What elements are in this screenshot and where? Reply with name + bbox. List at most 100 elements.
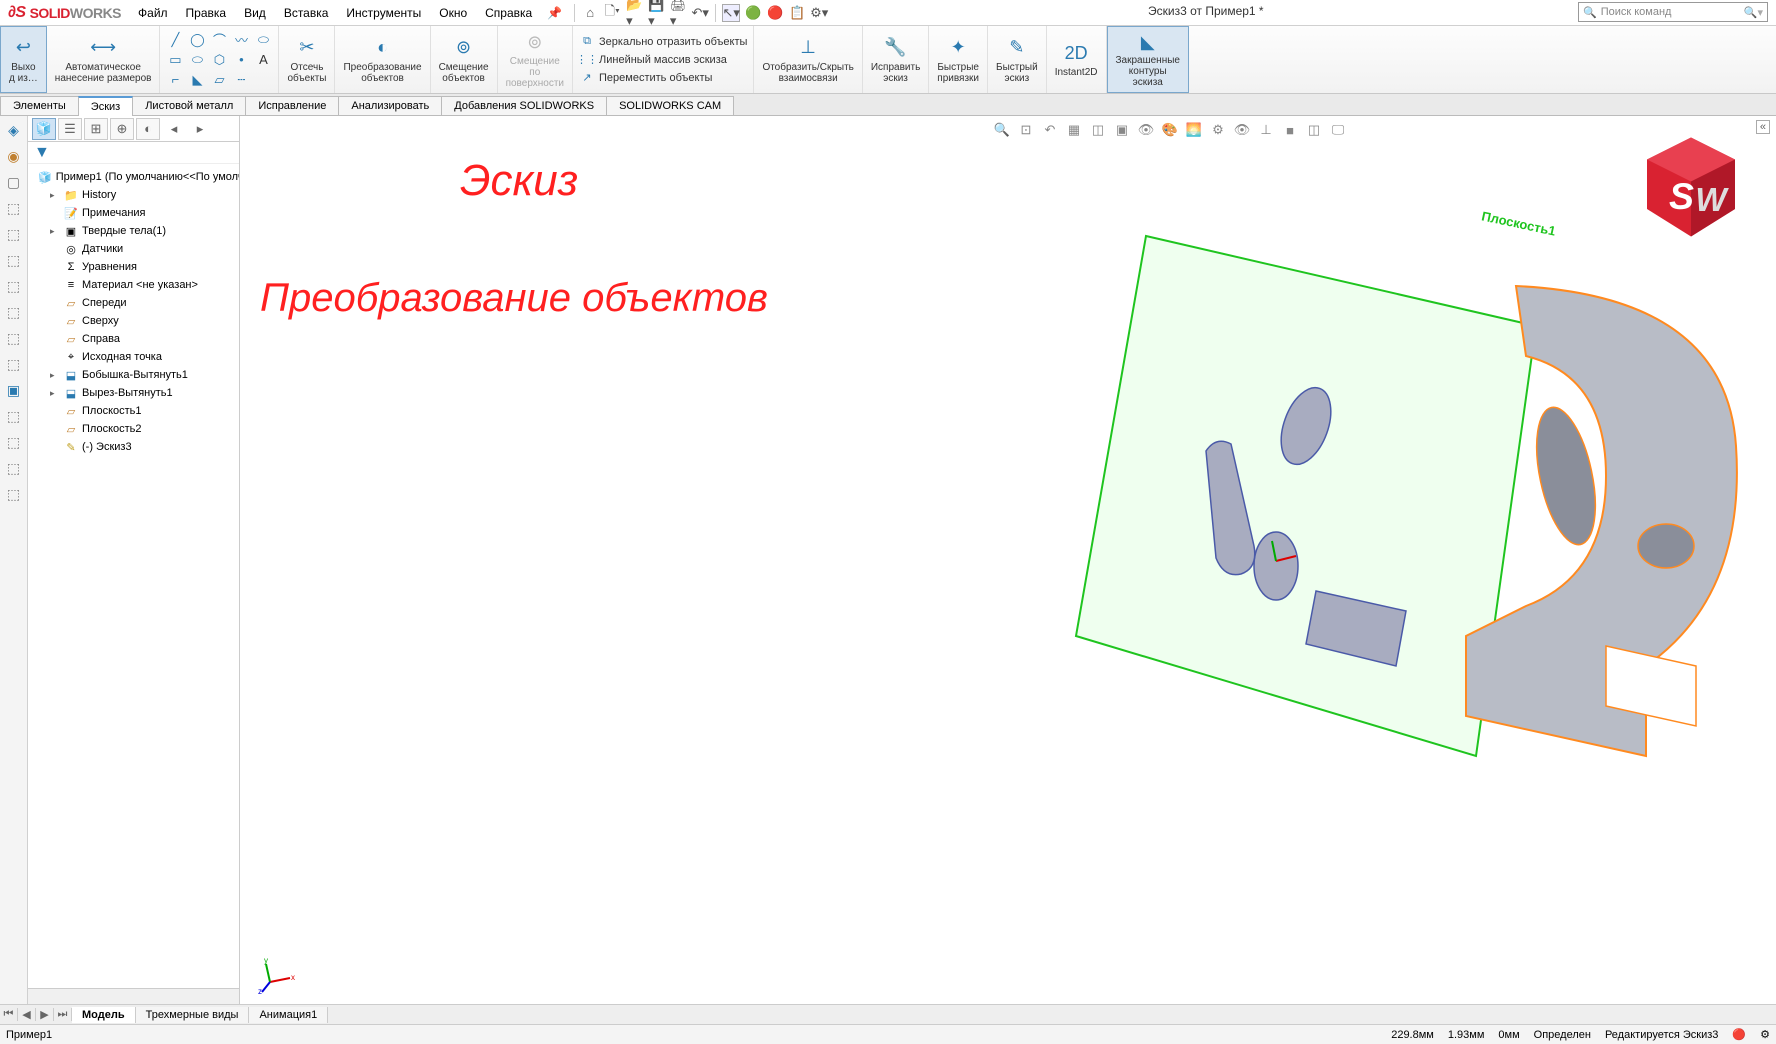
vt-icon-6[interactable]: ⬚: [4, 328, 24, 348]
pin-icon[interactable]: 📌: [547, 6, 562, 20]
menu-window[interactable]: Окно: [430, 6, 476, 20]
fillet-icon[interactable]: ⌐: [166, 71, 184, 89]
undo-icon[interactable]: ↶▾: [691, 4, 709, 22]
view-cube-icon[interactable]: ◫: [1304, 120, 1324, 140]
display-style-icon[interactable]: ▣: [1112, 120, 1132, 140]
tab-sheetmetal[interactable]: Листовой металл: [132, 96, 246, 115]
feature-tree-tab[interactable]: 🧊: [32, 118, 56, 140]
tree-right-plane[interactable]: ▱Справа: [28, 330, 239, 348]
point-icon[interactable]: •: [232, 51, 250, 69]
tab-cam[interactable]: SOLIDWORKS CAM: [606, 96, 734, 115]
tab-analyze[interactable]: Анализировать: [338, 96, 442, 115]
tree-plane1[interactable]: ▱Плоскость1: [28, 402, 239, 420]
view-normal-icon[interactable]: ⊥: [1256, 120, 1276, 140]
tree-front-plane[interactable]: ▱Спереди: [28, 294, 239, 312]
settings-icon[interactable]: ⚙▾: [810, 4, 828, 22]
slot-icon[interactable]: ⬭: [188, 51, 206, 69]
trim-entities-button[interactable]: ✂Отсечь объекты: [279, 26, 335, 93]
zoom-fit-icon[interactable]: 🔍: [992, 120, 1012, 140]
orientation-triad[interactable]: x y z: [258, 954, 298, 994]
options-icon[interactable]: 📋: [788, 4, 806, 22]
tree-solid-bodies[interactable]: ▸▣Твердые тела(1): [28, 222, 239, 240]
panel-nav-right[interactable]: ▸: [188, 118, 212, 140]
move-entities-button[interactable]: ↗Переместить объекты: [579, 69, 747, 87]
search-dropdown-icon[interactable]: 🔍▾: [1744, 6, 1763, 19]
section-view-icon[interactable]: ▦: [1064, 120, 1084, 140]
menu-edit[interactable]: Правка: [177, 6, 236, 20]
part-icon[interactable]: ◈: [4, 120, 24, 140]
nav-prev-icon[interactable]: ◀: [18, 1008, 36, 1021]
arc-icon[interactable]: ⌒: [210, 31, 228, 49]
vt-icon-9[interactable]: ⬚: [4, 406, 24, 426]
quick-snaps-button[interactable]: ✦Быстрые привязки: [929, 26, 988, 93]
nav-last-icon[interactable]: ⏭: [54, 1008, 72, 1021]
display-relations-button[interactable]: ⊥Отобразить/Скрыть взаимосвязи: [754, 26, 862, 93]
tree-scrollbar[interactable]: [28, 988, 239, 1004]
tab-evaluate[interactable]: Исправление: [245, 96, 339, 115]
vt-icon-3[interactable]: ⬚: [4, 250, 24, 270]
text-icon[interactable]: A: [254, 51, 272, 69]
tree-equations[interactable]: ΣУравнения: [28, 258, 239, 276]
nav-next-icon[interactable]: ▶: [36, 1008, 54, 1021]
rectangle-icon[interactable]: ▭: [166, 51, 184, 69]
render-icon[interactable]: ■: [1280, 120, 1300, 140]
panel-nav-left[interactable]: ◂: [162, 118, 186, 140]
tree-annotations[interactable]: 📝Примечания: [28, 204, 239, 222]
save-icon[interactable]: 💾▾: [647, 4, 665, 22]
menu-insert[interactable]: Вставка: [275, 6, 338, 20]
tab-features[interactable]: Элементы: [0, 96, 79, 115]
previous-view-icon[interactable]: ↶: [1040, 120, 1060, 140]
smart-dimension-button[interactable]: ⟷Автоматическое нанесение размеров: [47, 26, 161, 93]
chamfer-icon[interactable]: ◣: [188, 71, 206, 89]
tab-animation[interactable]: Анимация1: [249, 1007, 328, 1023]
tree-sketch3[interactable]: ✎(-) Эскиз3: [28, 438, 239, 456]
graphics-viewport[interactable]: 🔍 ⊡ ↶ ▦ ◫ ▣ 👁 🎨 🌅 ⚙ 👁 ⊥ ■ ◫ 🖵 Эскиз Прео…: [240, 116, 1776, 1004]
vt-icon-12[interactable]: ⬚: [4, 484, 24, 504]
screen-capture-icon[interactable]: 🖵: [1328, 120, 1348, 140]
home-icon[interactable]: ⌂: [581, 4, 599, 22]
tree-material[interactable]: ≡Материал <не указан>: [28, 276, 239, 294]
shaded-sketch-button[interactable]: ◣Закрашенные контуры эскиза: [1107, 26, 1189, 93]
ellipse-icon[interactable]: ⬭: [254, 31, 272, 49]
tree-boss-extrude[interactable]: ▸⬓Бобышка-Вытянуть1: [28, 366, 239, 384]
rebuild-all-icon[interactable]: 🔴: [766, 4, 784, 22]
vt-icon-5[interactable]: ⬚: [4, 302, 24, 322]
offset-entities-button[interactable]: ⊚Смещение объектов: [431, 26, 498, 93]
vt-icon-11[interactable]: ⬚: [4, 458, 24, 478]
convert-entities-button[interactable]: ◐Преобразование объектов: [335, 26, 430, 93]
tab-sketch[interactable]: Эскиз: [78, 96, 133, 116]
nav-first-icon[interactable]: ⏮: [0, 1008, 18, 1021]
instant2d-button[interactable]: 2DInstant2D: [1047, 26, 1107, 93]
assembly-icon[interactable]: ◉: [4, 146, 24, 166]
display-tab[interactable]: ◐: [136, 118, 160, 140]
polygon-icon[interactable]: ⬡: [210, 51, 228, 69]
zoom-area-icon[interactable]: ⊡: [1016, 120, 1036, 140]
vt-icon-10[interactable]: ⬚: [4, 432, 24, 452]
rebuild-icon[interactable]: 🟢: [744, 4, 762, 22]
repair-sketch-button[interactable]: 🔧Исправить эскиз: [863, 26, 929, 93]
apply-scene-icon[interactable]: 🌅: [1184, 120, 1204, 140]
configuration-tab[interactable]: ⊞: [84, 118, 108, 140]
tab-model[interactable]: Модель: [72, 1007, 136, 1023]
linear-pattern-button[interactable]: ⋮⋮Линейный массив эскиза: [579, 51, 747, 69]
vt-icon-8[interactable]: ▣: [4, 380, 24, 400]
exit-sketch-button[interactable]: ↩Выхо д из…: [0, 26, 47, 93]
menu-help[interactable]: Справка: [476, 6, 541, 20]
centerline-icon[interactable]: ┄: [232, 71, 250, 89]
menu-view[interactable]: Вид: [235, 6, 275, 20]
menu-file[interactable]: Файл: [129, 6, 177, 20]
tree-sensors[interactable]: ◎Датчики: [28, 240, 239, 258]
dimxpert-tab[interactable]: ⊕: [110, 118, 134, 140]
vt-icon-7[interactable]: ⬚: [4, 354, 24, 374]
mirror-entities-button[interactable]: ⧉Зеркально отразить объекты: [579, 33, 747, 51]
tab-addins[interactable]: Добавления SOLIDWORKS: [441, 96, 607, 115]
status-rebuild-icon[interactable]: 🔴: [1732, 1028, 1746, 1041]
command-search[interactable]: 🔍 Поиск команд 🔍▾: [1578, 2, 1768, 22]
new-icon[interactable]: 🗋▾: [603, 4, 621, 22]
viewport-collapse-icon[interactable]: «: [1756, 120, 1770, 134]
status-unit-icon[interactable]: ⚙: [1760, 1028, 1770, 1041]
tree-filter[interactable]: ▼: [28, 142, 239, 164]
line-icon[interactable]: ╱: [166, 31, 184, 49]
property-manager-tab[interactable]: ☰: [58, 118, 82, 140]
tree-history[interactable]: ▸📁History: [28, 186, 239, 204]
